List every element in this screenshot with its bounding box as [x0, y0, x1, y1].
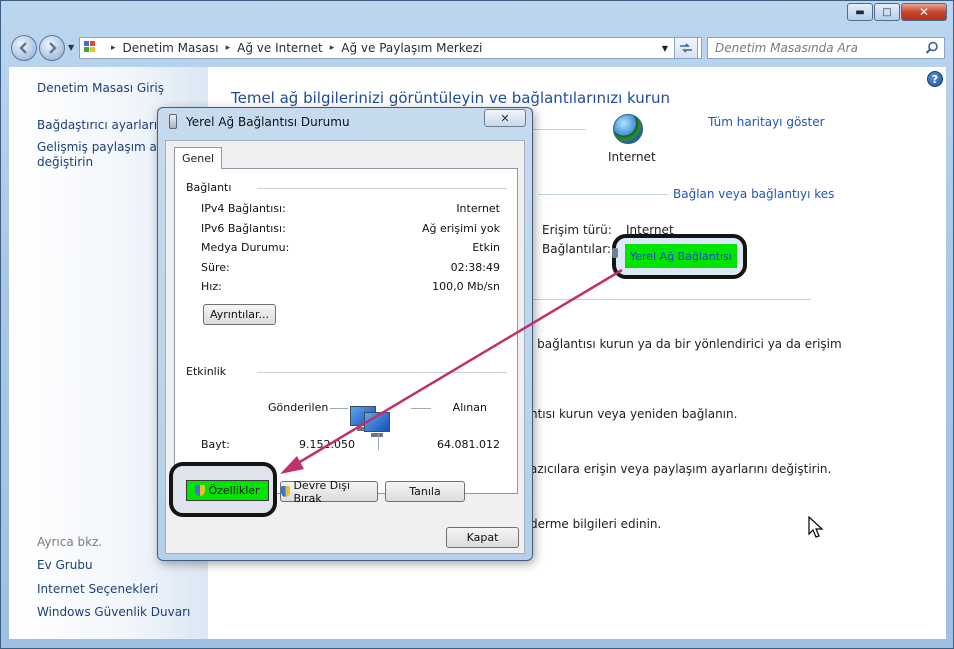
internet-globe-icon[interactable]: [613, 114, 643, 144]
network-activity-icon: [350, 404, 394, 444]
page-title: Temel ağ bilgilerinizi görüntüleyin ve b…: [231, 89, 670, 107]
activity-line: [378, 434, 379, 450]
connections-label: Bağlantılar:: [542, 242, 611, 256]
ipv4-value: Internet: [456, 202, 500, 215]
address-dropdown-icon[interactable]: ▼: [655, 38, 675, 58]
maximize-button[interactable]: □: [874, 3, 900, 21]
search-placeholder: Denetim Masasında Ara: [715, 41, 858, 55]
address-bar[interactable]: ▸ Denetim Masası ▸ Ağ ve Internet ▸ Ağ v…: [79, 37, 702, 59]
disable-button[interactable]: Devre Dışı Bırak: [280, 478, 378, 505]
control-panel-icon: [84, 41, 100, 55]
breadcrumb-control-panel[interactable]: Denetim Masası: [123, 41, 219, 55]
duration-label: Süre:: [201, 261, 230, 274]
back-arrow-icon: [19, 42, 27, 54]
sidebar-item-advanced-sharing-line2[interactable]: değiştirin: [37, 155, 93, 170]
network-adapter-icon: [169, 114, 177, 129]
close-dialog-button[interactable]: Kapat: [446, 527, 519, 548]
forward-button[interactable]: [39, 35, 65, 61]
uac-shield-icon: [281, 486, 291, 497]
connect-disconnect-link[interactable]: Bağlan veya bağlantıyı kes: [673, 187, 834, 201]
speed-value: 100,0 Mb/sn: [432, 280, 500, 293]
see-also-firewall-link[interactable]: Windows Güvenlik Duvarı: [37, 605, 190, 620]
see-also-internet-options-link[interactable]: Internet Seçenekleri: [37, 582, 158, 597]
tab-page-general: Bağlantı IPv4 Bağlantısı: Internet IPv6 …: [174, 168, 518, 494]
mouse-cursor-icon: [808, 516, 824, 538]
refresh-icon: [680, 43, 692, 53]
see-also-heading: Ayrıca bkz.: [37, 535, 103, 549]
connection-group-label: Bağlantı: [186, 181, 238, 194]
media-state-value: Etkin: [472, 241, 500, 254]
activity-line: [330, 408, 348, 409]
breadcrumb-network-internet[interactable]: Ağ ve Internet: [237, 41, 323, 55]
navigation-bar: ▼ ▸ Denetim Masası ▸ Ağ ve Internet ▸ Ağ…: [9, 34, 945, 62]
dialog-close-button[interactable]: ✕: [484, 109, 526, 127]
disable-button-label: Devre Dışı Bırak: [293, 478, 351, 505]
task-connect-network-text[interactable]: ntısı kurun veya yeniden bağlanın.: [530, 407, 737, 421]
ipv4-label: IPv4 Bağlantısı:: [201, 202, 286, 215]
caption-buttons: ▬ □ ✕: [846, 3, 947, 21]
breadcrumb-network-sharing-center[interactable]: Ağ ve Paylaşım Merkezi: [341, 41, 482, 55]
tab-general[interactable]: Genel: [174, 147, 222, 169]
received-label: Alınan: [452, 401, 487, 414]
minimize-button[interactable]: ▬: [847, 3, 873, 21]
group-divider: [257, 188, 507, 189]
task-homegroup-sharing-text[interactable]: azıcılara erişin veya paylaşım ayarların…: [530, 462, 831, 476]
dialog-title: Yerel Ağ Bağlantısı Durumu: [186, 115, 350, 129]
breadcrumb-separator-icon[interactable]: ▸: [226, 43, 231, 53]
uac-shield-icon: [195, 485, 206, 496]
access-type-label: Erişim türü:: [542, 223, 612, 237]
see-also-homegroup-link[interactable]: Ev Grubu: [37, 558, 93, 573]
recent-pages-dropdown-icon[interactable]: ▼: [68, 43, 74, 52]
sidebar-item-advanced-sharing[interactable]: Gelişmiş paylaşım ayar: [37, 140, 176, 155]
forward-arrow-icon: [49, 42, 57, 54]
show-full-map-link[interactable]: Tüm haritayı göster: [708, 115, 825, 129]
diagnose-button[interactable]: Tanıla: [385, 481, 465, 502]
control-panel-home-link[interactable]: Denetim Masası Giriş: [37, 81, 164, 96]
speed-label: Hız:: [201, 280, 222, 293]
properties-button[interactable]: Özellikler: [186, 480, 269, 501]
ipv6-value: Ağ erişimi yok: [421, 222, 500, 235]
local-area-connection-link[interactable]: Yerel Ağ Bağlantısı: [625, 244, 737, 268]
task-troubleshoot-text[interactable]: derme bilgileri edinin.: [530, 517, 661, 531]
back-button[interactable]: [11, 35, 37, 61]
bytes-received-value: 64.081.012: [437, 438, 500, 451]
activity-group-label: Etkinlik: [186, 365, 233, 378]
connection-highlight: Yerel Ağ Bağlantısı: [612, 234, 747, 279]
network-adapter-icon: [612, 248, 618, 258]
task-setup-connection-text[interactable]: l bağlantısı kurun ya da bir yönlendiric…: [530, 337, 842, 351]
help-icon[interactable]: ?: [927, 71, 943, 87]
properties-button-label: Özellikler: [208, 484, 260, 497]
duration-value: 02:38:49: [450, 261, 500, 274]
details-button[interactable]: Ayrıntılar...: [203, 304, 276, 325]
activity-line: [411, 408, 431, 409]
divider: [528, 299, 811, 300]
group-divider: [257, 372, 507, 373]
ipv6-label: IPv6 Bağlantısı:: [201, 222, 286, 235]
breadcrumb-separator-icon[interactable]: ▸: [330, 43, 335, 53]
internet-label: Internet: [608, 150, 656, 164]
properties-highlight: Özellikler: [169, 462, 277, 517]
search-icon[interactable]: [925, 41, 939, 55]
breadcrumb-separator-icon: ▸: [111, 43, 116, 53]
bytes-sent-value: 9.152.050: [299, 438, 355, 451]
refresh-button[interactable]: [674, 37, 698, 59]
bytes-label: Bayt:: [201, 438, 230, 451]
media-state-label: Medya Durumu:: [201, 241, 290, 254]
computer-icon: [364, 412, 390, 432]
close-button[interactable]: ✕: [901, 3, 947, 21]
sent-label: Gönderilen: [268, 401, 329, 414]
divider: [538, 194, 668, 195]
computer-stand: [371, 433, 383, 437]
search-input[interactable]: Denetim Masasında Ara: [707, 37, 945, 59]
